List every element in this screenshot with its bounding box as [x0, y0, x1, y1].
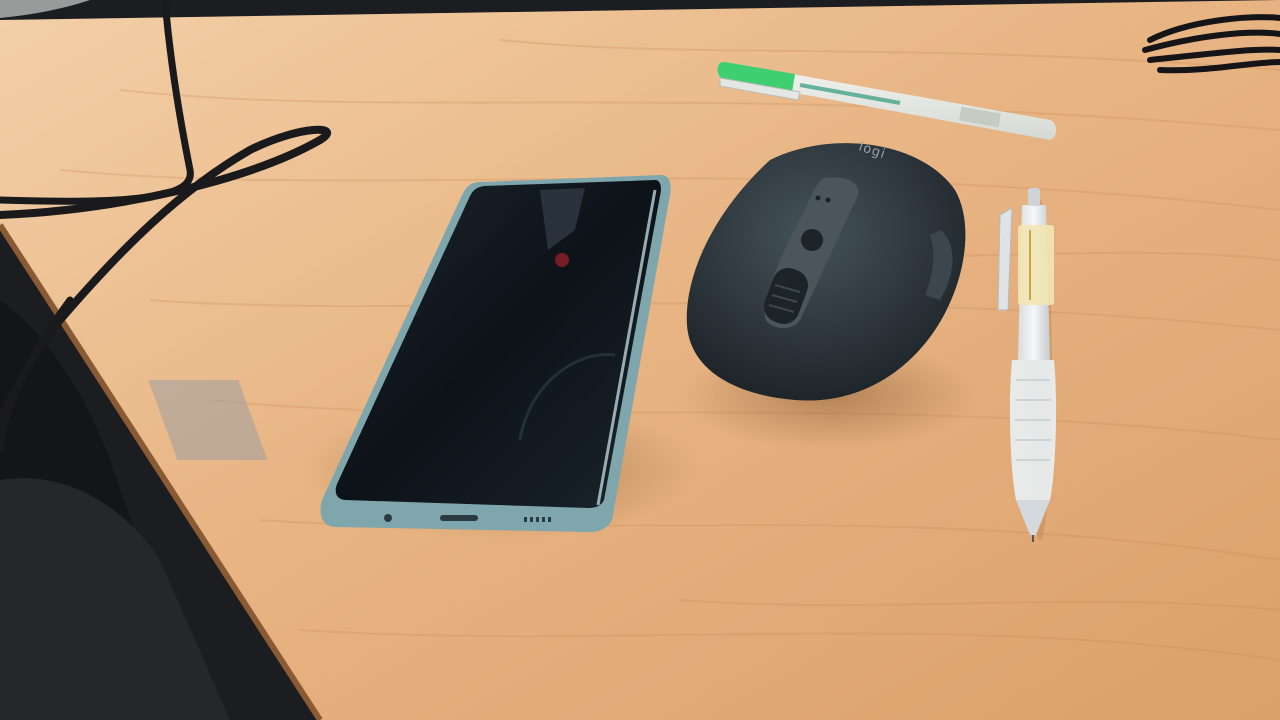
pencil-cap-top: [1028, 188, 1040, 206]
photo-scene: logi: [0, 0, 1280, 720]
scene-canvas: logi: [0, 0, 1280, 720]
mouse-button: [801, 229, 823, 251]
phone-reflection-red: [555, 253, 569, 267]
pencil-grip: [1009, 360, 1057, 500]
pencil-label: [1018, 225, 1054, 305]
